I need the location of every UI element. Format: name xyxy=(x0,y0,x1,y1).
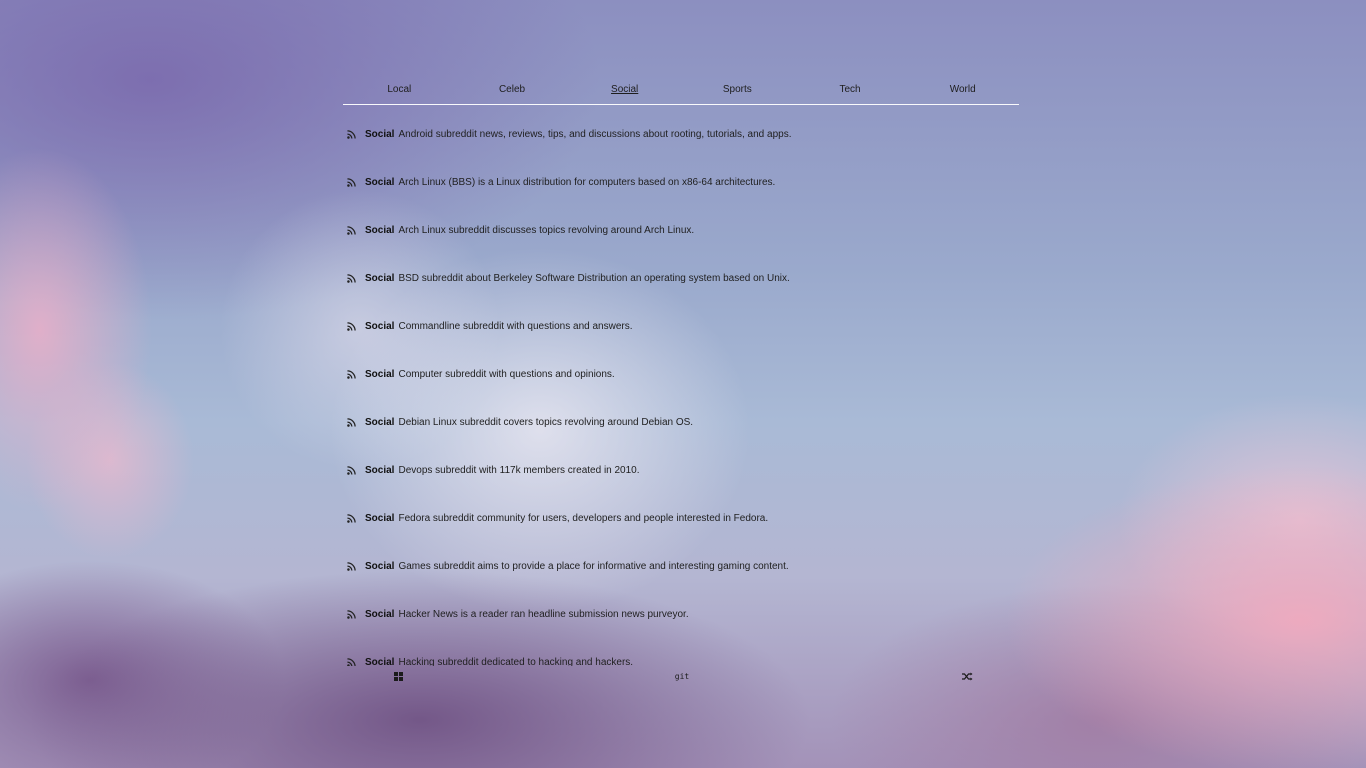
list-item[interactable]: Social Games subreddit aims to provide a… xyxy=(343,542,1019,590)
item-text[interactable]: BSD subreddit about Berkeley Software Di… xyxy=(398,273,789,284)
item-text[interactable]: Computer subreddit with questions and op… xyxy=(398,369,614,380)
item-source: Social xyxy=(365,560,395,572)
item-source: Social xyxy=(365,320,395,332)
tab-tech[interactable]: Tech xyxy=(794,78,907,104)
shuffle-button[interactable] xyxy=(960,669,974,683)
tab-sports[interactable]: Sports xyxy=(681,78,794,104)
rss-icon xyxy=(347,369,356,379)
item-source: Social xyxy=(365,512,395,524)
list-item[interactable]: Social Fedora subreddit community for us… xyxy=(343,494,1019,542)
item-text[interactable]: Commandline subreddit with questions and… xyxy=(398,321,632,332)
rss-icon xyxy=(347,417,356,427)
list-item[interactable]: Social Devops subreddit with 117k member… xyxy=(343,446,1019,494)
rss-icon xyxy=(347,465,356,475)
grid-icon xyxy=(393,671,403,681)
list-item[interactable]: Social BSD subreddit about Berkeley Soft… xyxy=(343,254,1019,302)
list-item[interactable]: Social Arch Linux subreddit discusses to… xyxy=(343,206,1019,254)
list-item[interactable]: Social Hacking subreddit dedicated to ha… xyxy=(343,638,1019,666)
item-text[interactable]: Hacking subreddit dedicated to hacking a… xyxy=(398,657,633,667)
category-tabs: Local Celeb Social Sports Tech World xyxy=(343,78,1019,105)
list-item[interactable]: Social Debian Linux subreddit covers top… xyxy=(343,398,1019,446)
tab-social[interactable]: Social xyxy=(568,78,681,104)
grid-button[interactable] xyxy=(391,669,405,683)
item-source: Social xyxy=(365,368,395,380)
list-item[interactable]: Social Commandline subreddit with questi… xyxy=(343,302,1019,350)
rss-icon xyxy=(347,129,356,139)
tab-label: World xyxy=(949,84,976,95)
list-item[interactable]: Social Hacker News is a reader ran headl… xyxy=(343,590,1019,638)
list-item[interactable]: Social Android subreddit news, reviews, … xyxy=(343,110,1019,158)
item-source: Social xyxy=(365,464,395,476)
item-text[interactable]: Fedora subreddit community for users, de… xyxy=(398,513,768,524)
tab-label: Celeb xyxy=(498,84,526,95)
item-text[interactable]: Games subreddit aims to provide a place … xyxy=(398,561,788,572)
item-source: Social xyxy=(365,224,395,236)
tab-world[interactable]: World xyxy=(906,78,1019,104)
list-item[interactable]: Social Computer subreddit with questions… xyxy=(343,350,1019,398)
item-source: Social xyxy=(365,608,395,620)
tab-label: Social xyxy=(611,84,639,95)
item-text[interactable]: Arch Linux subreddit discusses topics re… xyxy=(398,225,694,236)
rss-icon xyxy=(347,225,356,235)
feed-list[interactable]: Social Android subreddit news, reviews, … xyxy=(343,110,1019,666)
tab-label: Local xyxy=(387,84,412,95)
list-item[interactable]: Social Arch Linux (BBS) is a Linux distr… xyxy=(343,158,1019,206)
git-label: git xyxy=(674,671,690,681)
rss-icon xyxy=(347,321,356,331)
item-source: Social xyxy=(365,656,395,667)
rss-icon xyxy=(347,513,356,523)
rss-icon xyxy=(347,177,356,187)
item-text[interactable]: Devops subreddit with 117k members creat… xyxy=(398,465,639,476)
item-source: Social xyxy=(365,128,395,140)
item-text[interactable]: Hacker News is a reader ran headline sub… xyxy=(398,609,688,620)
item-text[interactable]: Arch Linux (BBS) is a Linux distribution… xyxy=(398,177,775,188)
shuffle-icon xyxy=(961,672,972,680)
rss-icon xyxy=(347,657,356,666)
item-text[interactable]: Android subreddit news, reviews, tips, a… xyxy=(398,129,791,140)
git-link[interactable]: git xyxy=(675,669,689,683)
item-text[interactable]: Debian Linux subreddit covers topics rev… xyxy=(398,417,693,428)
item-source: Social xyxy=(365,416,395,428)
tab-local[interactable]: Local xyxy=(343,78,456,104)
rss-icon xyxy=(347,609,356,619)
item-source: Social xyxy=(365,176,395,188)
rss-icon xyxy=(347,561,356,571)
rss-icon xyxy=(347,273,356,283)
tab-label: Sports xyxy=(722,84,752,95)
tab-celeb[interactable]: Celeb xyxy=(456,78,569,104)
tab-label: Tech xyxy=(839,84,861,95)
item-source: Social xyxy=(365,272,395,284)
